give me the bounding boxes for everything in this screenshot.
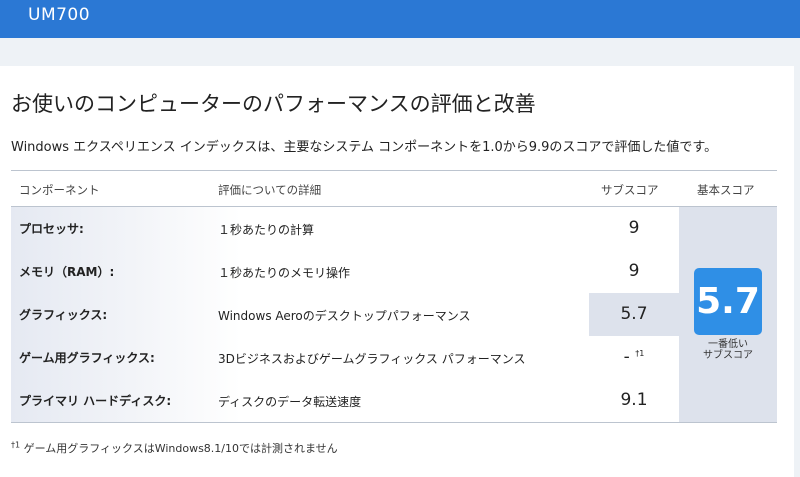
header-component: コンポーネント: [19, 183, 100, 197]
base-score-note: 一番低い サブスコア: [703, 339, 753, 361]
header-detail: 評価についての詳細: [218, 183, 322, 197]
table-row: プライマリ ハードディスク: ディスクのデータ転送速度 9.1: [11, 379, 679, 422]
page-description: Windows エクスペリエンス インデックスは、主要なシステム コンポーネント…: [11, 140, 718, 155]
component-detail: １秒あたりの計算: [218, 223, 315, 237]
page-title: お使いのコンピューターのパフォーマンスの評価と改善: [11, 92, 536, 116]
footnote: †1 ゲーム用グラフィックスはWindows8.1/10では計測されません: [11, 440, 338, 456]
subscore-value: - †1: [623, 347, 645, 367]
component-name: プライマリ ハードディスク:: [19, 394, 172, 408]
footnote-mark: †1: [635, 349, 645, 358]
subscore-value-lowest: 5.7: [589, 293, 679, 336]
component-detail: 3Dビジネスおよびゲームグラフィックス パフォーマンス: [218, 352, 526, 366]
table-header: コンポーネント 評価についての詳細 サブスコア 基本スコア: [11, 170, 777, 207]
component-name: グラフィックス:: [19, 308, 108, 322]
table-bottom-border: [11, 422, 777, 423]
score-table: コンポーネント 評価についての詳細 サブスコア 基本スコア プロセッサ: １秒あ…: [11, 170, 777, 423]
component-detail: Windows Aeroのデスクトップパフォーマンス: [218, 309, 471, 323]
base-score-badge: 5.7: [694, 268, 762, 335]
component-name: ゲーム用グラフィックス:: [19, 351, 155, 365]
component-detail: ディスクのデータ転送速度: [218, 395, 362, 409]
table-row: ゲーム用グラフィックス: 3Dビジネスおよびゲームグラフィックス パフォーマンス…: [11, 336, 679, 379]
subscore-value: 9: [628, 261, 640, 281]
component-detail: １秒あたりのメモリ操作: [218, 266, 351, 280]
component-name: プロセッサ:: [19, 222, 84, 236]
subscore-value: 9.1: [620, 390, 648, 410]
component-name: メモリ（RAM）:: [19, 265, 115, 279]
header-base-score: 基本スコア: [697, 183, 755, 197]
header-subscore: サブスコア: [601, 183, 659, 197]
footnote-text: ゲーム用グラフィックスはWindows8.1/10では計測されません: [20, 442, 338, 455]
window-title: UM700: [28, 5, 91, 25]
footnote-mark: †1: [11, 440, 21, 450]
title-bar: UM700: [0, 0, 800, 38]
table-row: グラフィックス: Windows Aeroのデスクトップパフォーマンス 5.7: [11, 293, 679, 336]
table-row: プロセッサ: １秒あたりの計算 9: [11, 207, 679, 250]
main-panel: お使いのコンピューターのパフォーマンスの評価と改善 Windows エクスペリエ…: [0, 66, 794, 477]
base-score-column: 5.7 一番低い サブスコア: [679, 207, 777, 422]
table-row: メモリ（RAM）: １秒あたりのメモリ操作 9: [11, 250, 679, 293]
subscore-value: 9: [628, 218, 640, 238]
